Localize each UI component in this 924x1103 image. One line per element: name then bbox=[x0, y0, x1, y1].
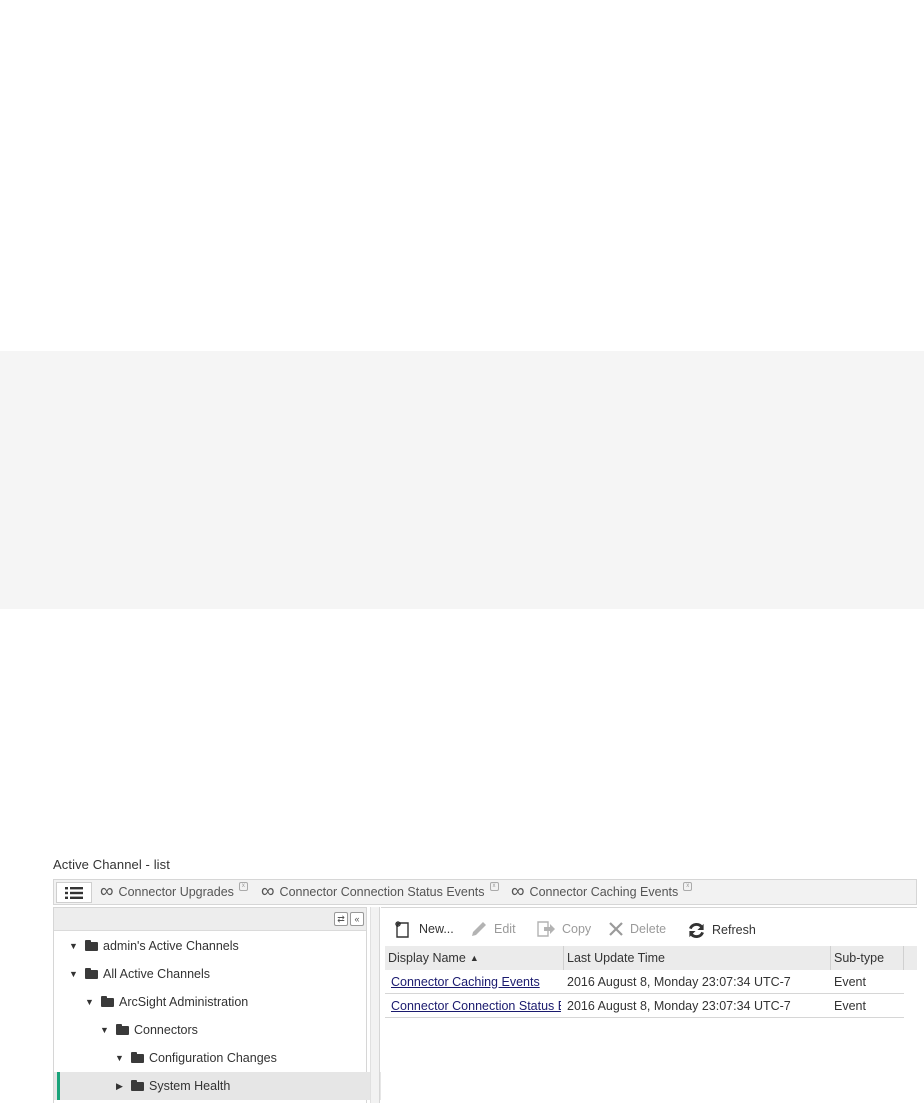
refresh-button[interactable]: Refresh bbox=[687, 921, 756, 939]
tab-label: Connector Connection Status Events bbox=[279, 885, 485, 899]
list-icon bbox=[65, 886, 83, 899]
tab-connector-upgrades[interactable]: ∞ Connector Upgrades x bbox=[100, 880, 248, 904]
sub-type: Event bbox=[834, 998, 866, 1013]
channel-list-panel: New... Edit Copy Delete Refresh Display … bbox=[381, 907, 917, 1103]
tree-item-label: All Active Channels bbox=[103, 967, 211, 981]
edit-button[interactable]: Edit bbox=[470, 920, 516, 938]
tree-item-label: System Health bbox=[149, 1079, 231, 1093]
column-header-last-update-time[interactable]: Last Update Time bbox=[564, 946, 831, 970]
copy-button[interactable]: Copy bbox=[536, 920, 591, 938]
section-title: Active Channel - list bbox=[53, 857, 170, 872]
collapse-arrow-icon[interactable]: ▶ bbox=[114, 1081, 125, 1092]
folder-icon bbox=[116, 1023, 129, 1035]
last-update-time: 2016 August 8, Monday 23:07:34 UTC-7 bbox=[567, 974, 791, 989]
folder-icon bbox=[131, 1079, 144, 1091]
expand-arrow-icon[interactable]: ▼ bbox=[68, 941, 79, 951]
tab-label: Connector Upgrades bbox=[118, 885, 234, 899]
folder-icon bbox=[131, 1051, 144, 1063]
tree-item-connectors[interactable]: ▼ Connectors bbox=[54, 1016, 411, 1044]
collapse-panel-icon[interactable]: « bbox=[350, 912, 364, 926]
sync-icon[interactable]: ⇄ bbox=[334, 912, 348, 926]
tree-item-label: Configuration Changes bbox=[149, 1051, 277, 1065]
channel-name-link[interactable]: Connector Connection Status E... bbox=[391, 994, 561, 1017]
close-tab-icon[interactable]: x bbox=[489, 881, 499, 891]
expand-arrow-icon[interactable]: ▼ bbox=[68, 969, 79, 979]
sort-ascending-icon: ▲ bbox=[469, 953, 479, 963]
infinity-icon: ∞ bbox=[100, 880, 114, 902]
column-header-display-name[interactable]: Display Name ▲ bbox=[385, 946, 564, 970]
table-row[interactable]: Connector Connection Status E... 2016 Au… bbox=[385, 994, 904, 1018]
new-document-icon bbox=[393, 920, 413, 938]
expand-arrow-icon[interactable]: ▼ bbox=[114, 1053, 125, 1063]
sub-type: Event bbox=[834, 974, 866, 989]
grid-header: Display Name ▲ Last Update Time Sub-type bbox=[385, 946, 917, 970]
resource-tree-panel: ⇄ « ▼ admin's Active Channels ▼ All Acti… bbox=[53, 907, 426, 1103]
refresh-icon bbox=[687, 921, 706, 940]
close-tab-icon[interactable]: x bbox=[683, 881, 693, 891]
copy-icon bbox=[536, 920, 556, 938]
pencil-icon bbox=[470, 920, 488, 938]
tree-item-label: Connectors bbox=[134, 1023, 198, 1037]
panel-splitter[interactable] bbox=[370, 907, 380, 1103]
tab-label: Connector Caching Events bbox=[529, 885, 679, 899]
new-button[interactable]: New... bbox=[393, 920, 454, 938]
tree-item-all-active-channels[interactable]: ▼ All Active Channels bbox=[54, 960, 380, 988]
toolbar: New... Edit Copy Delete Refresh bbox=[381, 908, 917, 946]
tree-item-label: admin's Active Channels bbox=[103, 939, 239, 953]
table-row[interactable]: Connector Caching Events 2016 August 8, … bbox=[385, 970, 904, 994]
tree-item-label: ArcSight Administration bbox=[119, 995, 249, 1009]
tab-connector-connection-status-events[interactable]: ∞ Connector Connection Status Events x bbox=[261, 880, 499, 904]
infinity-icon: ∞ bbox=[511, 880, 525, 902]
folder-icon bbox=[101, 995, 114, 1007]
channel-tabs-bar: ∞ Connector Upgrades x ∞ Connector Conne… bbox=[53, 879, 917, 905]
infinity-icon: ∞ bbox=[261, 880, 275, 902]
close-tab-icon[interactable]: x bbox=[238, 881, 248, 891]
background-band bbox=[0, 351, 924, 609]
tree-item-arcsight-administration[interactable]: ▼ ArcSight Administration bbox=[54, 988, 396, 1016]
delete-x-icon bbox=[608, 921, 624, 937]
tree-panel-header: ⇄ « bbox=[54, 908, 366, 931]
folder-icon bbox=[85, 939, 98, 951]
delete-button[interactable]: Delete bbox=[608, 920, 666, 938]
channel-name-link[interactable]: Connector Caching Events bbox=[391, 970, 561, 993]
column-header-sub-type[interactable]: Sub-type bbox=[831, 946, 904, 970]
tree-item-admins-active-channels[interactable]: ▼ admin's Active Channels bbox=[54, 932, 380, 960]
folder-icon bbox=[85, 967, 98, 979]
expand-arrow-icon[interactable]: ▼ bbox=[99, 1025, 110, 1035]
last-update-time: 2016 August 8, Monday 23:07:34 UTC-7 bbox=[567, 998, 791, 1013]
tab-connector-caching-events[interactable]: ∞ Connector Caching Events x bbox=[511, 880, 693, 904]
list-view-button[interactable] bbox=[56, 882, 92, 903]
expand-arrow-icon[interactable]: ▼ bbox=[84, 997, 95, 1007]
